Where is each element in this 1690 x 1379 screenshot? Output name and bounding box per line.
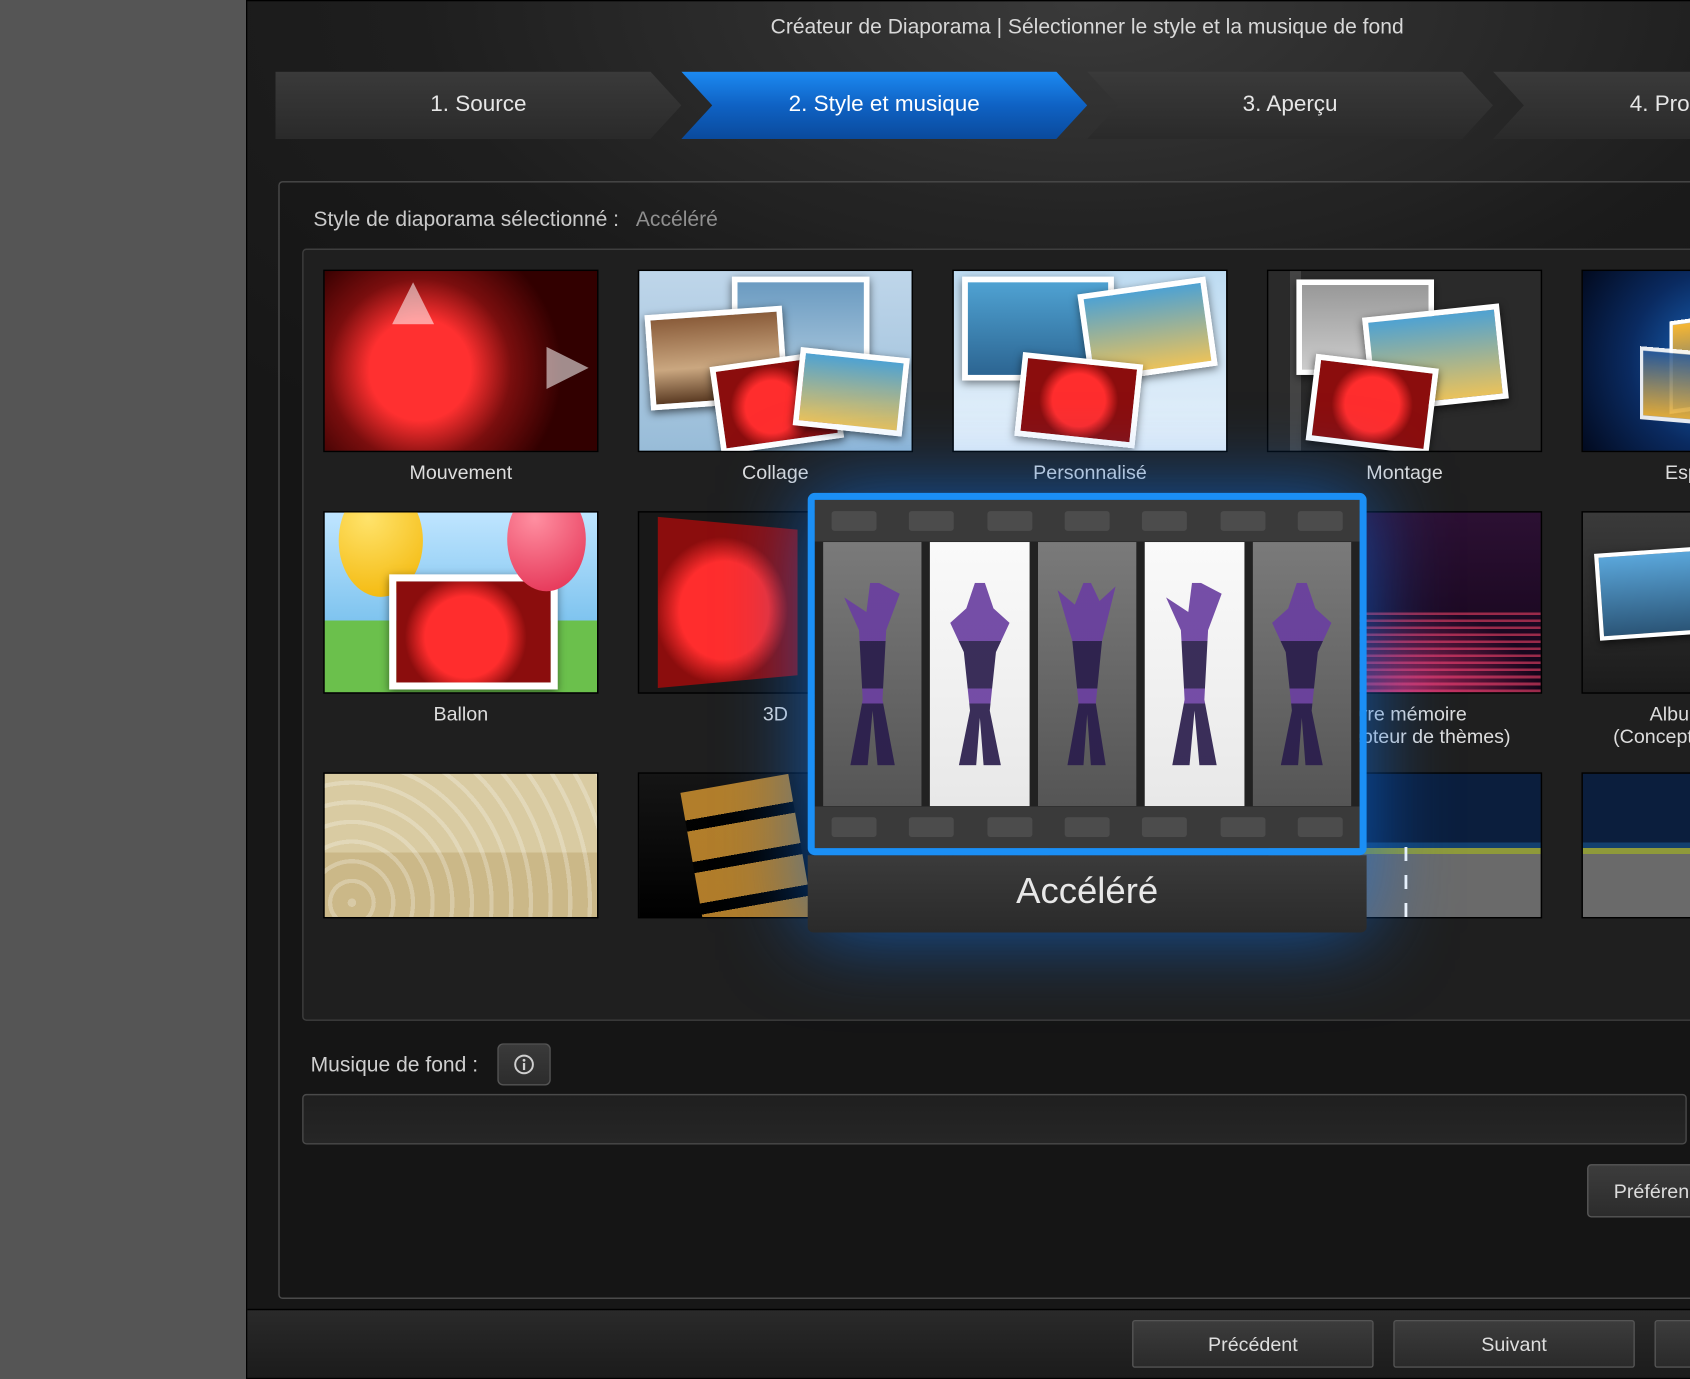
step-style[interactable]: 2. Style et musique [681, 72, 1087, 139]
title-bar: Créateur de Diaporama | Sélectionner le … [247, 1, 1690, 52]
style-row-1: Mouvement Collage Personnalisé [318, 270, 1690, 486]
style-thumb [1267, 270, 1542, 453]
style-tile-ballon[interactable]: Ballon [323, 511, 598, 747]
style-thumb [1581, 511, 1690, 694]
style-thumb [323, 773, 598, 919]
window-title: Créateur de Diaporama | Sélectionner le … [771, 15, 1404, 39]
style-tile-album-moderne[interactable]: Album moderne(Concepteur de thèmes) [1581, 511, 1690, 747]
style-tile-collage[interactable]: Collage [638, 270, 913, 486]
style-tile-personnalise[interactable]: Personnalisé [952, 270, 1227, 486]
style-tile[interactable] [1581, 773, 1690, 919]
step-production[interactable]: 4. Production [1493, 72, 1690, 139]
style-caption: Montage [1366, 461, 1443, 486]
style-caption: Mouvement [409, 461, 512, 486]
style-caption: Ballon [434, 702, 489, 727]
selection-label: Style de diaporama sélectionné : [313, 208, 619, 232]
style-caption: Espace gelé [1665, 461, 1690, 486]
previous-button[interactable]: Précédent [1132, 1320, 1374, 1368]
next-button[interactable]: Suivant [1393, 1320, 1635, 1368]
style-thumb [1581, 773, 1690, 919]
style-caption: Album moderne(Concepteur de thèmes) [1613, 702, 1690, 747]
prefs-row: Préférences de diaporama [302, 1164, 1690, 1217]
selection-value: Accéléré [636, 208, 718, 232]
preview-caption: Accéléré [808, 855, 1367, 932]
info-icon[interactable] [498, 1043, 551, 1085]
style-thumb [638, 270, 913, 453]
step-source[interactable]: 1. Source [275, 72, 681, 139]
selection-line: Style de diaporama sélectionné : Accélér… [313, 208, 1690, 232]
slideshow-preferences-button[interactable]: Préférences de diaporama [1587, 1164, 1690, 1217]
selected-style-preview: Accéléré [808, 493, 1367, 933]
style-caption: Personnalisé [1033, 461, 1147, 486]
music-path-field[interactable] [302, 1094, 1687, 1145]
style-tile[interactable] [323, 773, 598, 919]
style-caption: 3D [763, 702, 788, 727]
style-tile-mouvement[interactable]: Mouvement [323, 270, 598, 486]
footer-bar: Précédent Suivant Annuler [247, 1309, 1690, 1378]
app-window: Créateur de Diaporama | Sélectionner le … [246, 0, 1690, 1379]
cancel-button[interactable]: Annuler [1654, 1320, 1690, 1368]
style-tile-espace-gele[interactable]: Espace gelé [1581, 270, 1690, 486]
style-tile-montage[interactable]: Montage [1267, 270, 1542, 486]
style-caption: Collage [742, 461, 809, 486]
wizard-steps: 1. Source 2. Style et musique 3. Aperçu … [275, 72, 1690, 153]
style-thumb [323, 511, 598, 694]
music-label: Musique de fond : [311, 1053, 478, 1077]
step-preview[interactable]: 3. Aperçu [1087, 72, 1493, 139]
style-thumb [952, 270, 1227, 453]
style-thumb [1581, 270, 1690, 453]
preview-image [808, 493, 1367, 855]
music-row: Musique de fond : [311, 1043, 1690, 1085]
style-thumb [323, 270, 598, 453]
music-input-row: + − [302, 1094, 1690, 1145]
